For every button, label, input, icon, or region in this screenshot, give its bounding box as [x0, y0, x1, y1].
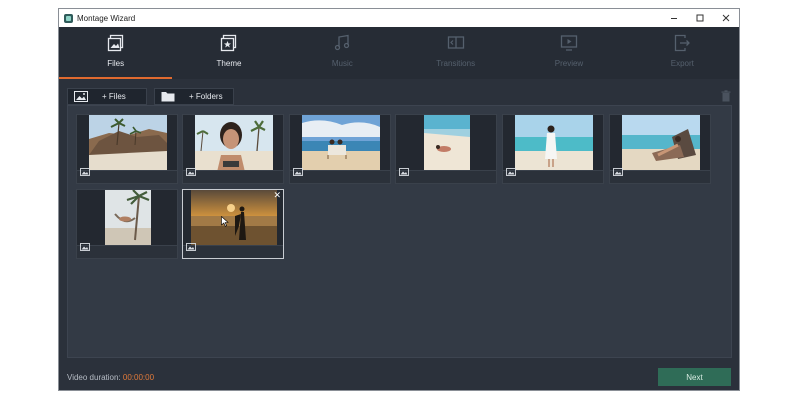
transitions-icon — [447, 33, 465, 53]
media-thumbnail[interactable] — [76, 114, 178, 184]
files-icon — [107, 33, 125, 53]
tab-export[interactable]: Export — [626, 27, 739, 79]
export-icon — [673, 33, 691, 53]
wizard-footer: Video duration: 00:00:00 Next — [59, 359, 739, 390]
photo-couple-beach — [302, 115, 380, 172]
tab-export-label: Export — [670, 59, 694, 68]
preview-icon — [560, 33, 578, 53]
media-thumbnail[interactable] — [502, 114, 604, 184]
photo-woman-portrait — [195, 115, 273, 172]
theme-icon — [220, 33, 238, 53]
folder-icon — [155, 91, 181, 102]
tab-theme[interactable]: Theme — [172, 27, 285, 79]
add-folders-button[interactable]: + Folders — [154, 88, 234, 105]
thumbnail-footer — [503, 168, 603, 183]
image-icon — [506, 163, 516, 181]
image-icon — [186, 238, 196, 256]
tab-music[interactable]: Music — [286, 27, 399, 79]
photo-palm-hammock — [105, 190, 151, 247]
app-icon — [64, 13, 73, 23]
add-folders-label: + Folders — [189, 92, 223, 101]
thumbnail-footer — [183, 168, 283, 183]
close-button[interactable] — [713, 9, 739, 27]
video-duration: Video duration: 00:00:00 — [67, 373, 154, 382]
image-icon — [613, 163, 623, 181]
tab-files[interactable]: Files — [59, 27, 173, 79]
tab-preview-label: Preview — [554, 59, 584, 68]
window-controls — [661, 9, 739, 27]
add-files-button[interactable]: + Files — [67, 88, 147, 105]
photo-island — [89, 115, 167, 172]
video-duration-label: Video duration: — [67, 373, 121, 382]
next-button[interactable]: Next — [658, 368, 731, 386]
add-files-label: + Files — [102, 92, 126, 101]
media-thumbnail[interactable] — [395, 114, 497, 184]
photo-woman-dress — [515, 115, 593, 172]
thumbnail-footer — [290, 168, 390, 183]
video-duration-value: 00:00:00 — [122, 373, 155, 382]
wizard-steps: Files Theme Music Transitions Preview Ex… — [59, 27, 739, 79]
photo-person-sand — [424, 115, 470, 172]
minimize-icon — [671, 18, 677, 19]
remove-media-icon[interactable]: ✕ — [273, 190, 281, 200]
media-thumbnail-selected[interactable]: ✕ — [182, 189, 284, 259]
music-icon — [333, 33, 351, 53]
tab-theme-label: Theme — [216, 59, 242, 68]
image-icon — [80, 163, 90, 181]
maximize-button[interactable] — [687, 9, 713, 27]
image-icon — [399, 163, 409, 181]
media-thumbnail[interactable] — [182, 114, 284, 184]
media-panel: ✕ — [67, 105, 732, 358]
thumbnail-footer — [77, 243, 177, 258]
thumbnail-footer — [396, 168, 496, 183]
media-thumbnail[interactable] — [289, 114, 391, 184]
tab-preview[interactable]: Preview — [512, 27, 625, 79]
photo-couple-sunset — [191, 190, 277, 247]
mouse-cursor-icon — [221, 214, 229, 232]
window-title: Montage Wizard — [77, 13, 136, 23]
maximize-icon — [696, 14, 704, 22]
image-icon — [68, 91, 94, 102]
image-icon — [186, 163, 196, 181]
image-icon — [80, 238, 90, 256]
media-thumbnail[interactable] — [76, 189, 178, 259]
photo-man-lounger — [622, 115, 700, 172]
title-bar: Montage Wizard — [59, 9, 739, 27]
thumbnail-footer — [183, 243, 283, 258]
minimize-button[interactable] — [661, 9, 687, 27]
close-icon — [722, 14, 730, 22]
tab-files-label: Files — [107, 59, 125, 68]
tab-music-label: Music — [331, 59, 353, 68]
image-icon — [293, 163, 303, 181]
tab-transitions[interactable]: Transitions — [399, 27, 512, 79]
media-thumbnail[interactable] — [609, 114, 711, 184]
tab-transitions-label: Transitions — [436, 59, 476, 68]
thumbnail-footer — [77, 168, 177, 183]
thumbnail-footer — [610, 168, 710, 183]
montage-wizard-window: Montage Wizard Files Theme Music Transit… — [58, 8, 740, 391]
